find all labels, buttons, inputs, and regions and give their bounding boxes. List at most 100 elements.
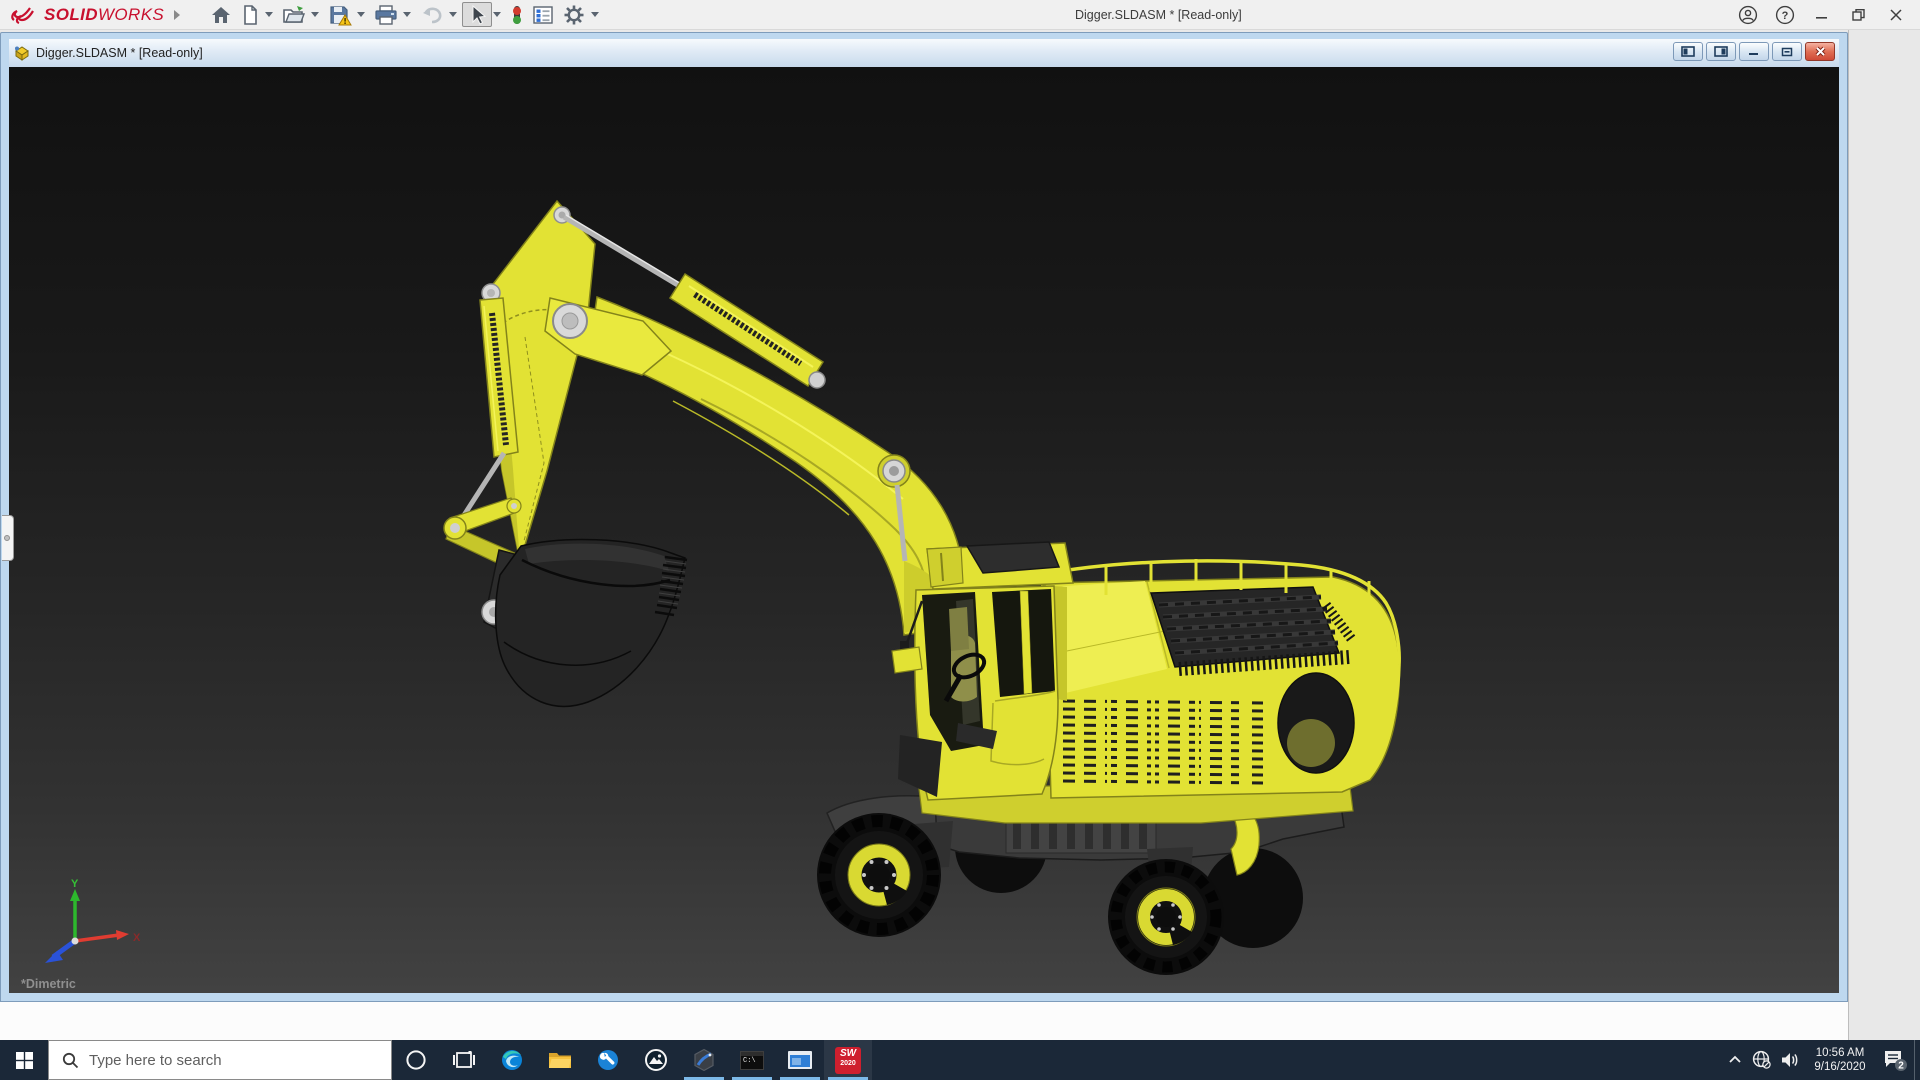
stoplight-button[interactable] — [506, 2, 528, 28]
system-tray: 10:56 AM 9/16/2020 2 — [1722, 1040, 1920, 1080]
excavator-model — [9, 67, 1839, 993]
options-button[interactable] — [558, 2, 590, 28]
home-button[interactable] — [206, 2, 236, 28]
notification-icon: 2 — [1882, 1048, 1908, 1072]
speaker-icon — [1780, 1050, 1800, 1070]
gear-icon — [562, 3, 586, 27]
taskbar-clock[interactable]: 10:56 AM 9/16/2020 — [1804, 1040, 1876, 1080]
pane-left-toggle-button[interactable] — [1673, 42, 1703, 61]
pane-right-toggle-button[interactable] — [1706, 42, 1736, 61]
taskbar-app-remote-desktop[interactable] — [776, 1040, 824, 1080]
taskbar-app-edge[interactable] — [488, 1040, 536, 1080]
front-wheel — [817, 813, 941, 937]
solidworks-logo-mark — [10, 4, 40, 26]
pane-right-icon — [1714, 46, 1728, 57]
select-arrow-icon — [467, 4, 487, 26]
featuremanager-expand-tab[interactable] — [2, 515, 14, 561]
solidworks-logo: SOLIDWORKS — [10, 0, 164, 30]
task-view-icon — [453, 1050, 475, 1070]
app-window-controls: ? — [1729, 0, 1914, 30]
rear-wheel — [1108, 859, 1224, 975]
save-icon — [328, 4, 352, 26]
new-dropdown-caret[interactable] — [265, 12, 273, 17]
file-explorer-icon — [548, 1050, 572, 1070]
document-minimize-button[interactable] — [1739, 42, 1769, 61]
account-button[interactable] — [1729, 0, 1766, 30]
restore-icon — [1852, 8, 1866, 22]
new-document-icon — [240, 4, 260, 26]
search-icon — [62, 1052, 79, 1069]
search-input[interactable] — [89, 1052, 369, 1069]
volume-button[interactable] — [1776, 1040, 1804, 1080]
taskbar-app-admin-tools[interactable] — [584, 1040, 632, 1080]
taskbar-app-cortana[interactable] — [392, 1040, 440, 1080]
list-icon — [532, 4, 554, 26]
save-button[interactable] — [324, 2, 356, 28]
svg-text:?: ? — [1781, 10, 1788, 22]
print-button[interactable] — [370, 2, 402, 28]
cortana-icon — [405, 1049, 427, 1071]
windows-logo-icon — [16, 1052, 33, 1069]
taskbar: C:\ SW 2020 — [0, 1040, 1920, 1080]
account-icon — [1738, 5, 1758, 25]
close-icon — [1889, 8, 1903, 22]
show-desktop-button[interactable] — [1914, 1040, 1920, 1080]
select-dropdown-caret[interactable] — [493, 12, 501, 17]
close-button[interactable] — [1877, 0, 1914, 30]
undo-dropdown-caret[interactable] — [449, 12, 457, 17]
taskbar-app-command-prompt[interactable]: C:\ — [728, 1040, 776, 1080]
notification-badge: 2 — [1898, 1061, 1904, 1072]
evaluate-list-button[interactable] — [528, 2, 558, 28]
open-dropdown-caret[interactable] — [311, 12, 319, 17]
select-button[interactable] — [462, 2, 492, 27]
document-title: Digger.SLDASM * [Read-only] — [36, 46, 203, 60]
graphics-viewport[interactable]: Y X *Dimetric — [9, 67, 1839, 993]
edge-icon — [500, 1048, 524, 1072]
action-center-button[interactable]: 2 — [1876, 1040, 1914, 1080]
start-button[interactable] — [0, 1040, 48, 1080]
taskbar-search[interactable] — [48, 1040, 392, 1080]
globe-network-icon — [1752, 1050, 1772, 1070]
clock-date: 9/16/2020 — [1814, 1061, 1865, 1073]
document-title-bar[interactable]: Digger.SLDASM * [Read-only] — [9, 39, 1839, 67]
taskbar-app-paint-3d[interactable] — [680, 1040, 728, 1080]
taskbar-app-file-explorer[interactable] — [536, 1040, 584, 1080]
remote-desktop-icon — [788, 1051, 812, 1069]
clock-time: 10:56 AM — [1816, 1047, 1865, 1059]
stoplight-icon — [510, 3, 524, 27]
save-dropdown-caret[interactable] — [357, 12, 365, 17]
panel-tab-grip — [4, 535, 10, 541]
pane-left-icon — [1681, 46, 1695, 57]
document-window: Digger.SLDASM * [Read-only] — [0, 32, 1848, 1002]
taskbar-app-solidworks-2020[interactable]: SW 2020 — [824, 1040, 872, 1080]
status-bar — [0, 1002, 1848, 1040]
task-pane-collapsed[interactable] — [1848, 30, 1920, 1040]
brand-text: SOLIDWORKS — [44, 5, 164, 25]
hexagon-3d-icon — [692, 1048, 716, 1072]
document-close-button[interactable] — [1805, 42, 1835, 61]
solidworks-2020-icon: SW 2020 — [835, 1047, 861, 1074]
print-dropdown-caret[interactable] — [403, 12, 411, 17]
open-button[interactable] — [278, 2, 310, 28]
menu-expand-arrow[interactable] — [174, 10, 180, 20]
excavator-bucket — [496, 540, 687, 707]
document-restore-button[interactable] — [1772, 42, 1802, 61]
chevron-up-icon — [1728, 1054, 1742, 1066]
open-icon — [282, 4, 306, 26]
minimize-icon — [1815, 8, 1829, 22]
network-button[interactable] — [1748, 1040, 1776, 1080]
home-icon — [210, 4, 232, 26]
tray-overflow-button[interactable] — [1722, 1040, 1748, 1080]
new-document-button[interactable] — [236, 2, 264, 28]
document-restore-icon — [1781, 47, 1793, 57]
restore-button[interactable] — [1840, 0, 1877, 30]
taskbar-app-task-view[interactable] — [440, 1040, 488, 1080]
taskbar-app-photos[interactable] — [632, 1040, 680, 1080]
view-orientation-label: *Dimetric — [21, 977, 76, 991]
window-title: Digger.SLDASM * [Read-only] — [1075, 0, 1242, 30]
help-button[interactable]: ? — [1766, 0, 1803, 30]
options-dropdown-caret[interactable] — [591, 12, 599, 17]
minimize-button[interactable] — [1803, 0, 1840, 30]
undo-button[interactable] — [416, 2, 448, 28]
print-icon — [374, 4, 398, 26]
